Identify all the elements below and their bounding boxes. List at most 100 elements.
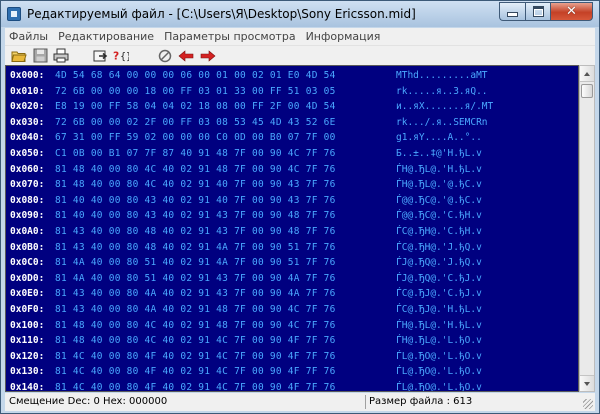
row-ascii[interactable]: ЃH@.ЂL@.'H.ђL.v <box>396 163 482 176</box>
row-ascii[interactable]: ЃC@.ЂH@.'J.ђQ.v <box>396 241 482 254</box>
row-ascii[interactable]: ЃC@.ЂJ@.'H.ђL.v <box>396 303 482 316</box>
app-icon <box>7 7 21 21</box>
save-file-button[interactable] <box>32 48 48 63</box>
svg-text:?: ? <box>113 50 119 63</box>
row-address: 0x000: <box>10 70 45 81</box>
row-address: 0x0E0: <box>10 288 45 300</box>
svg-text:{}: {} <box>120 52 129 63</box>
goto-offset-button[interactable] <box>93 48 109 63</box>
row-hex-bytes[interactable]: 81 48 40 00 80 4C 40 02 91 4C 7F 00 90 4… <box>55 334 336 347</box>
row-address: 0x050: <box>10 148 45 159</box>
resize-grip-icon[interactable] <box>583 399 593 409</box>
row-ascii[interactable]: и..яX.......я/.MT <box>396 100 493 113</box>
scroll-up-button[interactable] <box>580 66 594 82</box>
hex-editor-window: Редактируемый файл - [C:\Users\Я\Desktop… <box>0 0 600 414</box>
row-ascii[interactable]: MThd.........аMT <box>396 69 488 82</box>
row-ascii[interactable]: ЃL@.ЂO@.'L.ђO.v <box>396 381 482 391</box>
row-address: 0x020: <box>10 101 45 113</box>
row-ascii[interactable]: rk.....я..3.яQ.. <box>396 85 488 98</box>
window-title: Редактируемый файл - [C:\Users\Я\Desktop… <box>27 7 416 21</box>
row-hex-bytes[interactable]: 81 4A 40 00 80 51 40 02 91 4A 7F 00 90 5… <box>55 256 336 269</box>
scroll-thumb[interactable] <box>581 84 593 98</box>
row-ascii[interactable]: ЃL@.ЂO@.'L.ђO.v <box>396 350 482 363</box>
row-hex-bytes[interactable]: 81 4C 40 00 80 4F 40 02 91 4C 7F 00 90 4… <box>55 381 336 391</box>
back-arrow-icon <box>178 49 194 62</box>
menu-bar: Файлы Редактирование Параметры просмотра… <box>5 28 595 45</box>
row-address: 0x0C0: <box>10 257 45 269</box>
row-hex-bytes[interactable]: 81 40 40 00 80 43 40 02 91 43 7F 00 90 4… <box>55 209 336 222</box>
row-ascii[interactable]: ЃJ@.ЂQ@.'C.ђJ.v <box>396 272 482 285</box>
row-hex-bytes[interactable]: 81 48 40 00 80 4C 40 02 91 48 7F 00 90 4… <box>55 319 336 332</box>
row-ascii[interactable]: ЃJ@.ЂQ@.'J.ђQ.v <box>396 256 482 269</box>
vertical-scrollbar[interactable] <box>579 65 595 392</box>
row-hex-bytes[interactable]: 72 6B 00 00 00 18 00 FF 03 01 33 00 FF 5… <box>55 85 336 98</box>
hex-view[interactable]: 0x000: 4D 54 68 64 00 00 00 06 00 01 00 0… <box>5 65 579 392</box>
row-address: 0x0B0: <box>10 241 45 253</box>
forward-arrow-icon <box>200 49 216 62</box>
row-ascii[interactable]: rk.../.я..SEMCRn <box>396 116 488 129</box>
menu-edit[interactable]: Редактирование <box>54 30 160 43</box>
offset-status: Смещение Dec: 0 Hex: 000000 <box>9 396 168 407</box>
row-address: 0x090: <box>10 210 45 222</box>
open-folder-icon <box>11 51 27 62</box>
open-file-button[interactable] <box>11 48 27 63</box>
maximize-button[interactable] <box>525 2 550 21</box>
row-address: 0x0A0: <box>10 226 45 237</box>
row-address: 0x0D0: <box>10 272 45 284</box>
menu-view-settings[interactable]: Параметры просмотра <box>160 30 301 43</box>
forward-button[interactable] <box>200 48 216 63</box>
row-hex-bytes[interactable]: 81 40 40 00 80 43 40 02 91 40 7F 00 90 4… <box>55 194 336 207</box>
close-button[interactable]: ✕ <box>550 2 593 21</box>
row-hex-bytes[interactable]: C1 0B 00 B1 07 7F 87 40 91 48 7F 00 90 4… <box>55 147 336 160</box>
row-address: 0x070: <box>10 179 45 191</box>
title-bar[interactable]: Редактируемый файл - [C:\Users\Я\Desktop… <box>1 1 599 27</box>
row-address: 0x120: <box>10 350 45 362</box>
print-button[interactable] <box>53 48 69 63</box>
cancel-button[interactable] <box>157 48 173 63</box>
row-ascii[interactable]: ЃC@.ЂJ@.'C.ђJ.v <box>396 287 482 300</box>
row-hex-bytes[interactable]: 81 43 40 00 80 48 40 02 91 43 7F 00 90 4… <box>55 225 336 238</box>
row-hex-bytes[interactable]: 67 31 00 FF 59 02 00 00 00 C0 0D 00 B0 0… <box>55 131 336 144</box>
row-hex-bytes[interactable]: 81 43 40 00 80 4A 40 02 91 43 7F 00 90 4… <box>55 287 336 300</box>
menu-info[interactable]: Информация <box>302 30 387 43</box>
row-address: 0x100: <box>10 319 45 331</box>
row-hex-bytes[interactable]: 81 4C 40 00 80 4F 40 02 91 4C 7F 00 90 4… <box>55 365 336 378</box>
row-address: 0x0F0: <box>10 304 45 315</box>
minimize-button[interactable] <box>499 2 525 21</box>
row-hex-bytes[interactable]: 72 6B 00 00 02 2F 00 FF 03 08 53 45 4D 4… <box>55 116 336 129</box>
row-address: 0x010: <box>10 85 45 97</box>
maximize-icon <box>532 6 544 17</box>
row-ascii[interactable]: ЃH@.ЂL@.'L.ђO.v <box>396 334 482 347</box>
close-icon: ✕ <box>566 4 577 19</box>
back-button[interactable] <box>178 48 194 63</box>
status-bar: Смещение Dec: 0 Hex: 000000 Размер файла… <box>5 393 595 411</box>
find-button[interactable]: ? {} <box>113 48 129 63</box>
row-ascii[interactable]: Ѓ@@.ЂC@.'@.ђC.v <box>396 194 482 207</box>
row-hex-bytes[interactable]: 81 43 40 00 80 48 40 02 91 4A 7F 00 90 5… <box>55 241 336 254</box>
row-hex-bytes[interactable]: E8 19 00 FF 58 04 04 02 18 08 00 FF 2F 0… <box>55 100 336 113</box>
row-ascii[interactable]: ЃH@.ЂL@.'@.ђC.v <box>396 178 482 191</box>
goto-icon <box>93 50 108 62</box>
row-hex-bytes[interactable]: 4D 54 68 64 00 00 00 06 00 01 00 02 01 E… <box>55 69 336 82</box>
row-ascii[interactable]: ЃL@.ЂO@.'L.ђO.v <box>396 365 482 378</box>
row-hex-bytes[interactable]: 81 48 40 00 80 4C 40 02 91 40 7F 00 90 4… <box>55 178 336 191</box>
row-address: 0x140: <box>10 382 45 392</box>
row-ascii[interactable]: ЃC@.ЂH@.'C.ђH.v <box>396 225 482 238</box>
row-ascii[interactable]: ЃH@.ЂL@.'H.ђL.v <box>396 319 482 332</box>
row-hex-bytes[interactable]: 81 48 40 00 80 4C 40 02 91 48 7F 00 90 4… <box>55 163 336 176</box>
row-hex-bytes[interactable]: 81 4C 40 00 80 4F 40 02 91 4C 7F 00 90 4… <box>55 350 336 363</box>
row-hex-bytes[interactable]: 81 43 40 00 80 4A 40 02 91 48 7F 00 90 4… <box>55 303 336 316</box>
row-hex-bytes[interactable]: 81 4A 40 00 80 51 40 02 91 43 7F 00 90 4… <box>55 272 336 285</box>
row-ascii[interactable]: Ѓ@@.ЂC@.'C.ђH.v <box>396 209 482 222</box>
print-icon <box>53 48 69 63</box>
scroll-down-button[interactable] <box>580 375 594 391</box>
minimize-icon <box>507 12 518 17</box>
row-ascii[interactable]: Б..±..‡@'H.ђL.v <box>396 147 482 160</box>
row-ascii[interactable]: g1.яY....А..°.. <box>396 131 482 144</box>
window-controls: ✕ <box>499 2 593 21</box>
file-size-status: Размер файла : 613 <box>369 396 473 407</box>
menu-files[interactable]: Файлы <box>5 30 54 43</box>
row-address: 0x040: <box>10 132 45 144</box>
save-disk-icon <box>33 48 47 63</box>
toolbar: ? {} <box>5 45 595 65</box>
